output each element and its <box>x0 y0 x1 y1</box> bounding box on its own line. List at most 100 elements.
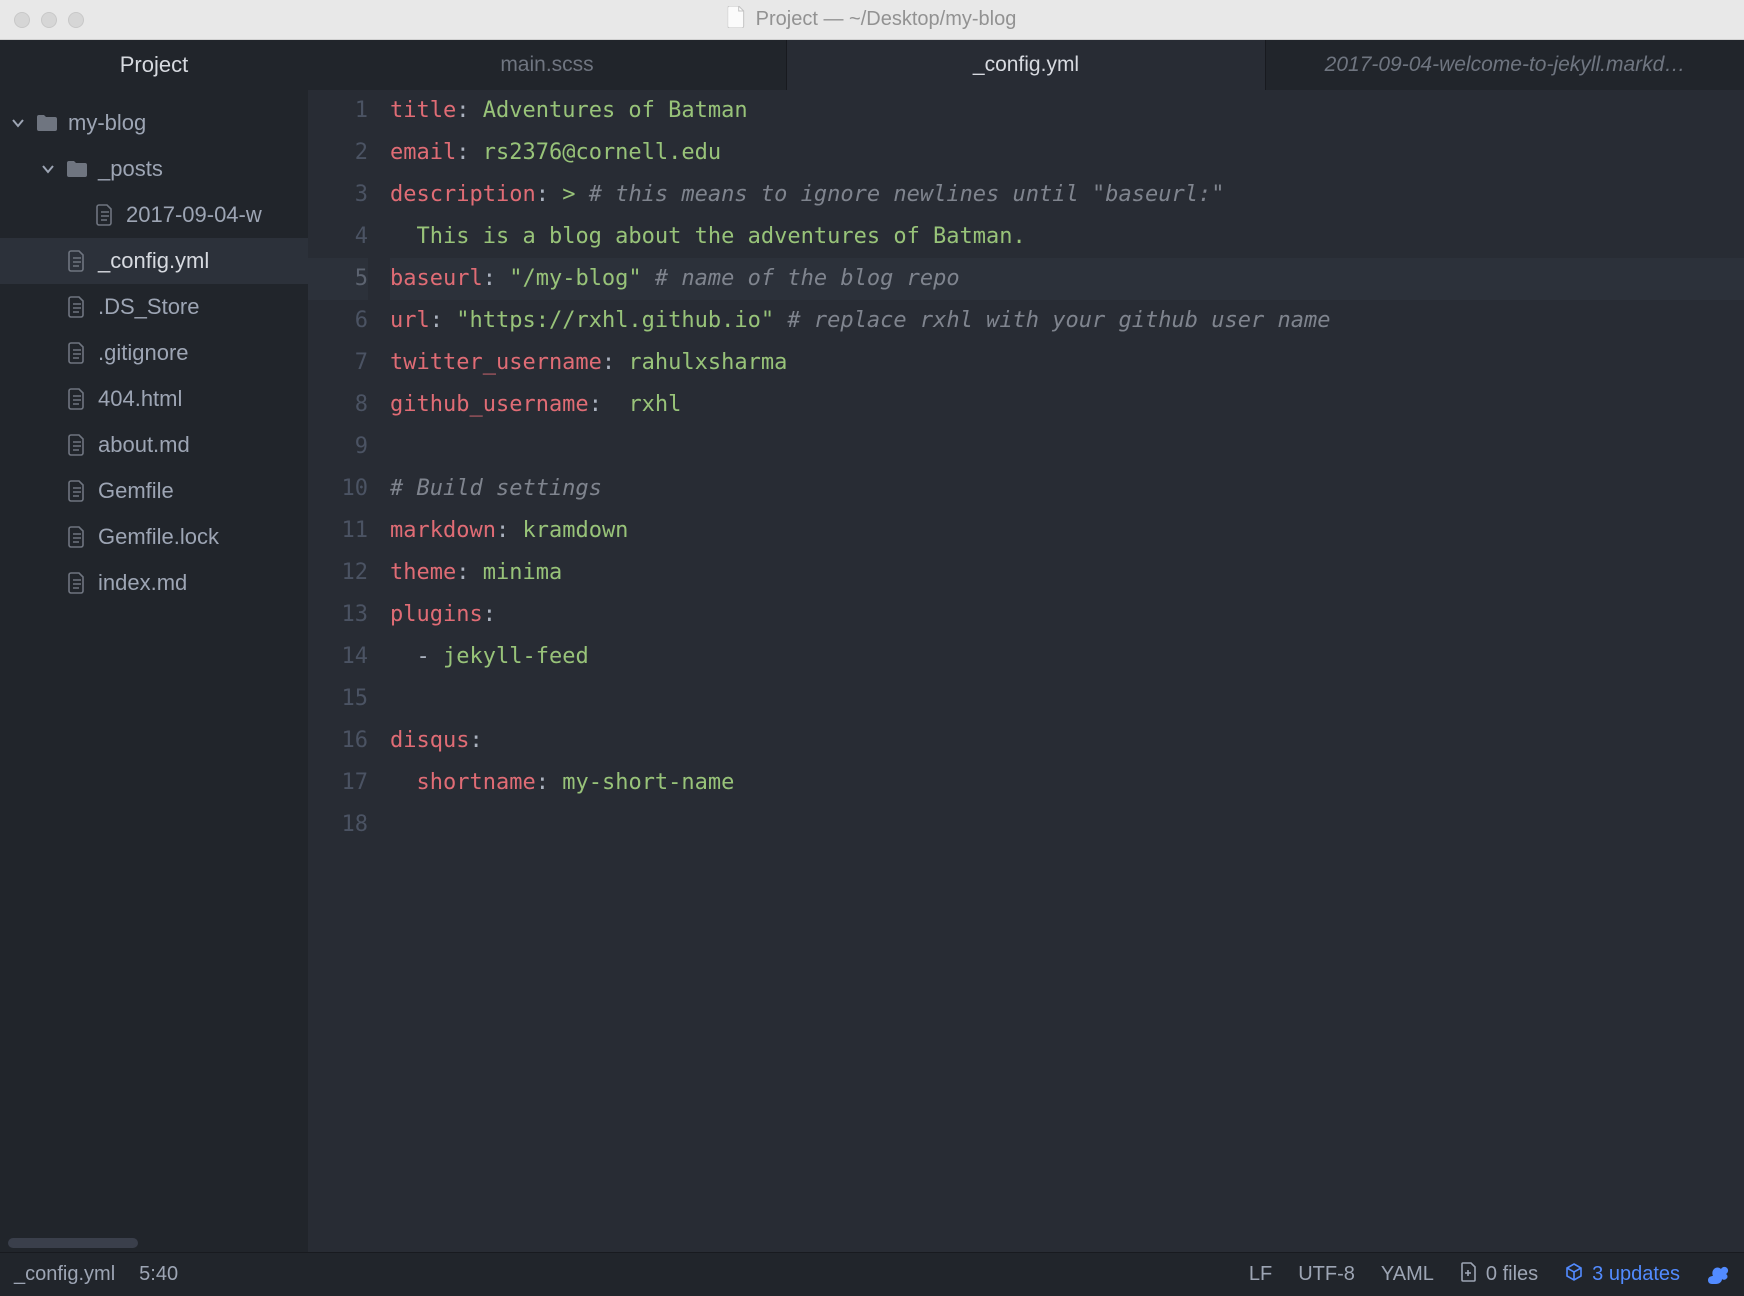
window-title-text: Project — ~/Desktop/my-blog <box>756 8 1017 31</box>
tree-file--ds-store[interactable]: .DS_Store <box>0 284 308 330</box>
file-icon <box>66 388 88 410</box>
code-line[interactable]: github_username: rxhl <box>390 384 1744 426</box>
status-updates[interactable]: 3 updates <box>1564 1262 1680 1288</box>
tree-file-index-md[interactable]: index.md <box>0 560 308 606</box>
tree-file--gitignore[interactable]: .gitignore <box>0 330 308 376</box>
status-files-label: 0 files <box>1486 1263 1538 1286</box>
window-title: Project — ~/Desktop/my-blog <box>728 6 1017 34</box>
tree-item-label: about.md <box>98 432 190 458</box>
tree-file-about-md[interactable]: about.md <box>0 422 308 468</box>
code-line[interactable]: shortname: my-short-name <box>390 762 1744 804</box>
folder-icon <box>66 160 88 178</box>
code-line[interactable]: plugins: <box>390 594 1744 636</box>
squirrel-icon[interactable] <box>1706 1264 1730 1286</box>
tree-item-label: 2017-09-04-w <box>126 202 262 228</box>
tree-file-gemfile-lock[interactable]: Gemfile.lock <box>0 514 308 560</box>
status-cursor-position[interactable]: 5:40 <box>139 1263 178 1286</box>
traffic-lights <box>0 12 84 28</box>
code-line[interactable]: - jekyll-feed <box>390 636 1744 678</box>
code-editor[interactable]: 123456789101112131415161718 title: Adven… <box>308 90 1744 1252</box>
tree-item-label: Gemfile.lock <box>98 524 219 550</box>
tree-file-2017-09-04-w[interactable]: 2017-09-04-w <box>0 192 308 238</box>
line-number[interactable]: 14 <box>308 636 368 678</box>
line-number[interactable]: 9 <box>308 426 368 468</box>
status-language[interactable]: YAML <box>1381 1263 1434 1286</box>
line-number[interactable]: 5 <box>308 258 368 300</box>
tab-main-scss[interactable]: main.scss <box>308 40 786 90</box>
file-icon <box>66 434 88 456</box>
file-icon <box>66 342 88 364</box>
sidebar-scrollbar[interactable] <box>8 1238 138 1248</box>
maximize-window-button[interactable] <box>68 12 84 28</box>
package-icon <box>1564 1262 1584 1288</box>
folder-icon <box>36 114 58 132</box>
line-number[interactable]: 4 <box>308 216 368 258</box>
tree-item-label: .gitignore <box>98 340 189 366</box>
status-line-ending[interactable]: LF <box>1249 1263 1272 1286</box>
tab--config-yml[interactable]: _config.yml <box>786 40 1265 90</box>
tree-file-gemfile[interactable]: Gemfile <box>0 468 308 514</box>
chevron-icon <box>10 117 26 129</box>
project-sidebar[interactable]: my-blog _posts 2017-09-04-w _config.yml .DS_… <box>0 90 308 1252</box>
close-window-button[interactable] <box>14 12 30 28</box>
line-number[interactable]: 6 <box>308 300 368 342</box>
tab-label: main.scss <box>500 53 593 77</box>
tab-2017-09-04-welcome-to-jekyll-markd-[interactable]: 2017-09-04-welcome-to-jekyll.markd… <box>1265 40 1744 90</box>
code-line[interactable]: url: "https://rxhl.github.io" # replace … <box>390 300 1744 342</box>
code-line[interactable]: title: Adventures of Batman <box>390 90 1744 132</box>
status-filename[interactable]: _config.yml <box>14 1263 115 1286</box>
code-line[interactable] <box>390 678 1744 720</box>
file-icon <box>66 250 88 272</box>
code-line[interactable]: # Build settings <box>390 468 1744 510</box>
status-encoding[interactable]: UTF-8 <box>1298 1263 1355 1286</box>
tree-item-label: Gemfile <box>98 478 174 504</box>
code-line[interactable]: theme: minima <box>390 552 1744 594</box>
line-number[interactable]: 7 <box>308 342 368 384</box>
line-number[interactable]: 12 <box>308 552 368 594</box>
tree-folder--posts[interactable]: _posts <box>0 146 308 192</box>
code-line[interactable] <box>390 804 1744 846</box>
line-number[interactable]: 10 <box>308 468 368 510</box>
line-number[interactable]: 11 <box>308 510 368 552</box>
minimize-window-button[interactable] <box>41 12 57 28</box>
line-number[interactable]: 13 <box>308 594 368 636</box>
line-number[interactable]: 18 <box>308 804 368 846</box>
code-line[interactable]: email: rs2376@cornell.edu <box>390 132 1744 174</box>
line-number[interactable]: 8 <box>308 384 368 426</box>
editor-code-area[interactable]: title: Adventures of Batmanemail: rs2376… <box>386 90 1744 1252</box>
tree-item-label: index.md <box>98 570 187 596</box>
tree-folder-my-blog[interactable]: my-blog <box>0 100 308 146</box>
line-number[interactable]: 15 <box>308 678 368 720</box>
file-icon <box>94 204 116 226</box>
tree-item-label: .DS_Store <box>98 294 200 320</box>
code-line[interactable]: This is a blog about the adventures of B… <box>390 216 1744 258</box>
file-icon <box>66 296 88 318</box>
tree-item-label: 404.html <box>98 386 182 412</box>
code-line[interactable]: disqus: <box>390 720 1744 762</box>
tab-label: 2017-09-04-welcome-to-jekyll.markd… <box>1325 53 1686 77</box>
tree-file--config-yml[interactable]: _config.yml <box>0 238 308 284</box>
tab-label: _config.yml <box>973 53 1079 77</box>
chevron-icon <box>40 163 56 175</box>
line-number[interactable]: 17 <box>308 762 368 804</box>
code-line[interactable]: description: > # this means to ignore ne… <box>390 174 1744 216</box>
code-line[interactable]: markdown: kramdown <box>390 510 1744 552</box>
file-icon <box>66 572 88 594</box>
line-number[interactable]: 2 <box>308 132 368 174</box>
file-icon <box>66 480 88 502</box>
code-line[interactable] <box>390 426 1744 468</box>
line-number[interactable]: 1 <box>308 90 368 132</box>
sidebar-title: Project <box>0 40 308 90</box>
line-number[interactable]: 3 <box>308 174 368 216</box>
window-titlebar: Project — ~/Desktop/my-blog <box>0 0 1744 40</box>
status-files[interactable]: 0 files <box>1460 1262 1538 1288</box>
line-number[interactable]: 16 <box>308 720 368 762</box>
editor-tabs: main.scss _config.yml 2017-09-04-welcome-t… <box>308 40 1744 90</box>
status-updates-label: 3 updates <box>1592 1263 1680 1286</box>
status-bar: _config.yml 5:40 LF UTF-8 YAML 0 files 3… <box>0 1252 1744 1296</box>
tree-file-404-html[interactable]: 404.html <box>0 376 308 422</box>
file-diff-icon <box>1460 1262 1478 1288</box>
tree-item-label: my-blog <box>68 110 146 136</box>
code-line[interactable]: twitter_username: rahulxsharma <box>390 342 1744 384</box>
code-line[interactable]: baseurl: "/my-blog" # name of the blog r… <box>390 258 1744 300</box>
